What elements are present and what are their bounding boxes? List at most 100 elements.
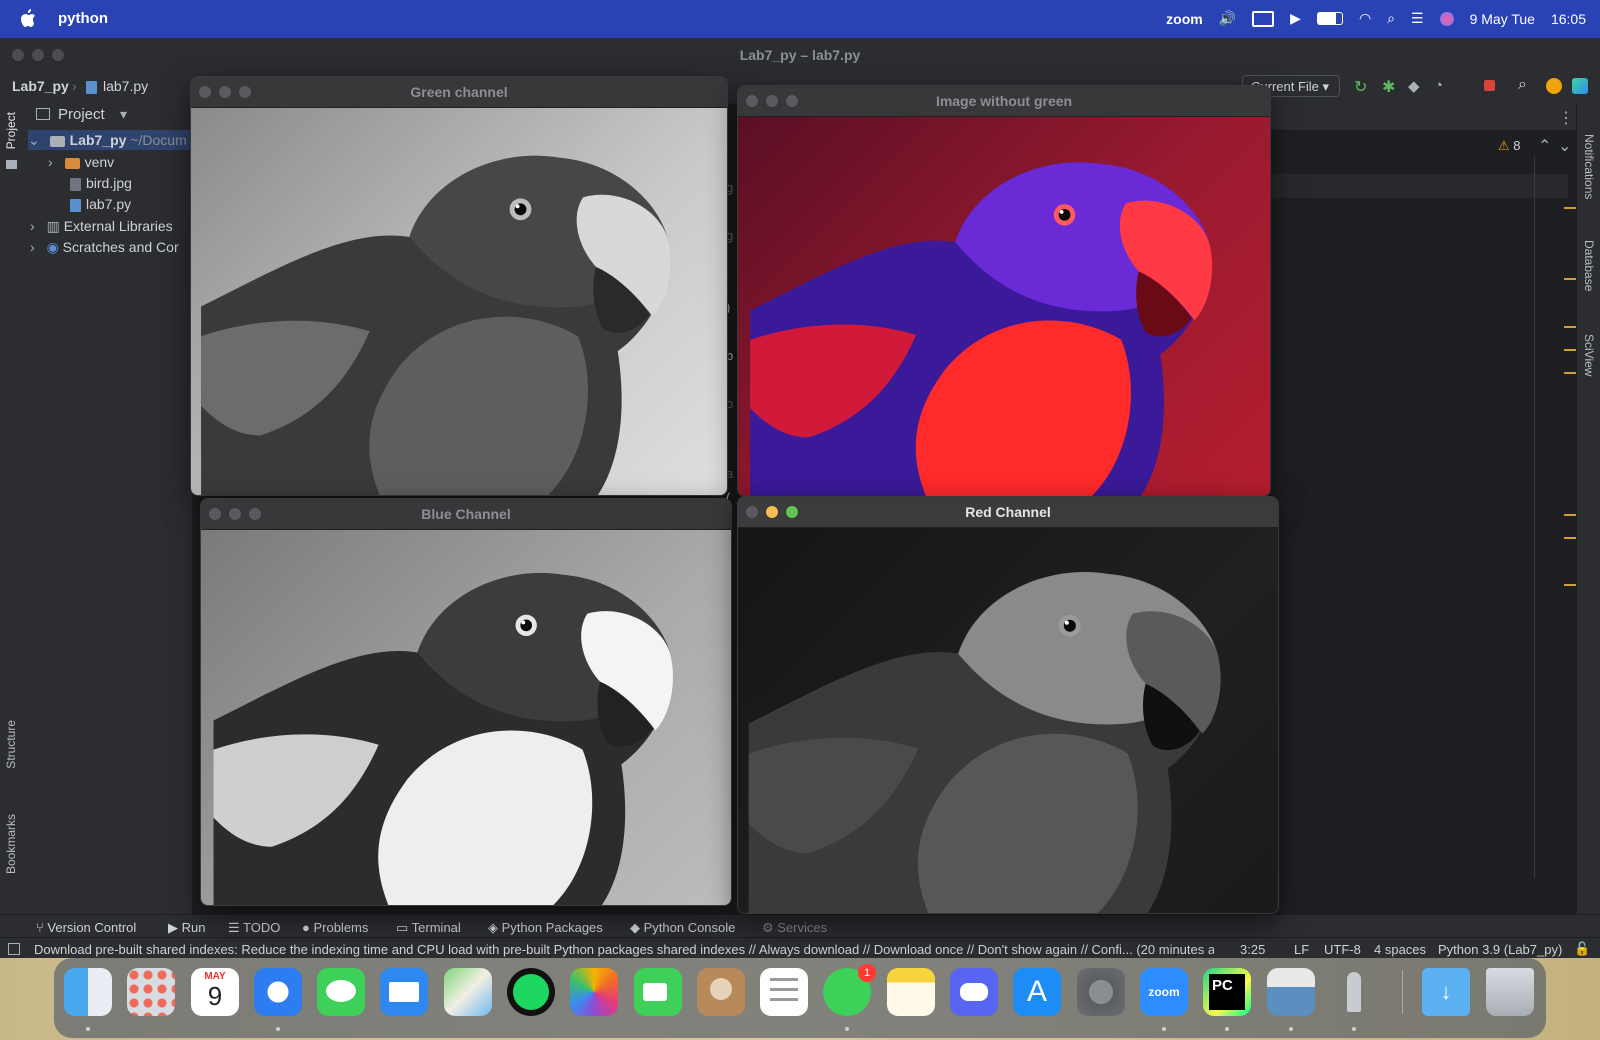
control-center-icon[interactable]: ☰ <box>1411 10 1424 27</box>
zoom-button[interactable] <box>786 506 798 518</box>
notes-icon[interactable] <box>887 968 935 1016</box>
run-tab[interactable]: ▶ Run <box>168 920 205 936</box>
image-window-blue-channel[interactable]: Blue Channel <box>200 498 732 906</box>
play-icon[interactable]: ▶ <box>1290 10 1301 27</box>
jetbrains-ai-icon[interactable] <box>1572 78 1588 94</box>
finder-icon[interactable] <box>64 968 112 1016</box>
minimize-button[interactable] <box>766 506 778 518</box>
sciview-tool-tab[interactable]: SciView <box>1582 334 1596 376</box>
close-button[interactable] <box>746 506 758 518</box>
version-control-tab[interactable]: ⑂ Version Control <box>36 920 136 935</box>
zoom-menu-item[interactable]: zoom <box>1166 11 1203 27</box>
coverage-icon[interactable]: ◆ <box>1408 77 1420 95</box>
tree-item-venv[interactable]: › venv <box>48 152 114 172</box>
zoom-button[interactable] <box>239 86 251 98</box>
tree-item-lab7-py[interactable]: lab7.py <box>70 194 131 214</box>
breadcrumb-file[interactable]: lab7.py <box>103 78 148 94</box>
launchpad-icon[interactable] <box>127 968 175 1016</box>
wifi-icon[interactable]: ◠ <box>1359 10 1371 27</box>
breadcrumb-project[interactable]: Lab7_py <box>12 78 69 94</box>
file-encoding[interactable]: UTF-8 <box>1324 942 1361 957</box>
siri-icon[interactable] <box>1439 11 1454 26</box>
indent-setting[interactable]: 4 spaces <box>1374 942 1426 957</box>
minimize-button[interactable] <box>32 49 44 61</box>
chevron-up-icon[interactable]: ⌃ <box>1538 136 1551 156</box>
status-message[interactable]: Download pre-built shared indexes: Reduc… <box>34 942 1214 957</box>
facetime-icon[interactable] <box>634 968 682 1016</box>
search-icon[interactable]: ⌕ <box>1387 10 1395 27</box>
window-titlebar[interactable]: Red Channel <box>738 497 1278 528</box>
database-tool-tab[interactable]: Database <box>1582 240 1596 291</box>
preview-icon[interactable] <box>1267 968 1315 1016</box>
zoom-button[interactable] <box>786 95 798 107</box>
apple-icon[interactable] <box>20 9 36 28</box>
terminal-tab[interactable]: ▭ Terminal <box>396 920 461 936</box>
chevron-down-icon[interactable]: ⌄ <box>1558 136 1571 156</box>
reminders-icon[interactable] <box>760 968 808 1016</box>
tree-item-scratches[interactable]: › ◉ Scratches and Cor <box>30 237 179 257</box>
trash-icon[interactable] <box>1486 968 1534 1016</box>
image-window-without-green[interactable]: Image without green <box>737 85 1271 497</box>
contacts-icon[interactable] <box>697 968 745 1016</box>
python-packages-tab[interactable]: ◈ Python Packages <box>488 920 603 936</box>
mail-icon[interactable] <box>380 968 428 1016</box>
todo-tab[interactable]: ☰ TODO <box>228 920 280 936</box>
volume-icon[interactable]: 🔊 <box>1219 10 1236 27</box>
bookmarks-tool-tab[interactable]: Bookmarks <box>4 814 18 874</box>
pycharm-icon[interactable]: PC <box>1203 968 1251 1016</box>
spotify-icon[interactable] <box>507 968 555 1016</box>
settings-icon[interactable] <box>1077 968 1125 1016</box>
chevron-down-icon[interactable]: ▾ <box>120 106 127 123</box>
keyboard-icon[interactable] <box>1252 10 1275 27</box>
problems-tab[interactable]: ● Problems <box>302 920 368 935</box>
menubar-date[interactable]: 9 May Tue <box>1470 11 1535 27</box>
close-button[interactable] <box>746 95 758 107</box>
rerun-icon[interactable]: ↻ <box>1354 77 1367 97</box>
services-tab[interactable]: ⚙ Services <box>762 920 827 936</box>
python-interpreter[interactable]: Python 3.9 (Lab7_py) <box>1438 942 1562 957</box>
image-window-red-channel[interactable]: Red Channel <box>737 496 1279 914</box>
tree-item-bird-jpg[interactable]: bird.jpg <box>70 173 132 193</box>
notifications-tool-tab[interactable]: Notifications <box>1582 134 1596 199</box>
zoom-button[interactable] <box>249 508 261 520</box>
minimize-button[interactable] <box>219 86 231 98</box>
lock-icon[interactable]: 🔓 <box>1574 941 1590 957</box>
warnings-indicator[interactable]: ⚠ 8 <box>1498 138 1521 154</box>
update-icon[interactable] <box>1546 78 1562 94</box>
maps-icon[interactable] <box>444 968 492 1016</box>
window-titlebar[interactable]: Blue Channel <box>201 499 731 530</box>
zoom-icon[interactable]: zoom <box>1140 968 1188 1016</box>
downloads-icon[interactable]: ↓ <box>1422 968 1470 1016</box>
app-menu-name[interactable]: python <box>58 10 108 27</box>
stop-icon[interactable] <box>1484 80 1495 91</box>
rocket-icon[interactable] <box>1330 968 1378 1016</box>
discord-icon[interactable] <box>950 968 998 1016</box>
minimize-button[interactable] <box>766 95 778 107</box>
more-icon[interactable]: ⋮ <box>1558 108 1574 128</box>
tree-item-external-libraries[interactable]: › ▥ External Libraries <box>30 216 173 236</box>
close-button[interactable] <box>209 508 221 520</box>
messages-icon[interactable] <box>317 968 365 1016</box>
python-console-tab[interactable]: ◆ Python Console <box>630 920 735 936</box>
close-button[interactable] <box>12 49 24 61</box>
safari-icon[interactable] <box>254 968 302 1016</box>
search-everywhere-icon[interactable]: ⌕ <box>1518 76 1527 94</box>
project-panel-title[interactable]: Project <box>58 106 105 123</box>
toggle-panels-icon[interactable] <box>8 943 20 955</box>
project-tool-tab[interactable]: Project <box>4 112 18 149</box>
window-titlebar[interactable]: Green channel <box>191 77 727 108</box>
zoom-button[interactable] <box>52 49 64 61</box>
line-ending[interactable]: LF <box>1294 942 1309 957</box>
menubar-time[interactable]: 16:05 <box>1551 11 1586 27</box>
caret-position[interactable]: 3:25 <box>1240 942 1265 957</box>
profile-icon[interactable]: ◔ <box>1434 77 1443 94</box>
image-window-green-channel[interactable]: Green channel <box>190 76 728 496</box>
calendar-icon[interactable]: MAY 9 <box>191 968 239 1016</box>
appstore-icon[interactable]: A <box>1013 968 1061 1016</box>
debug-icon[interactable]: ✱ <box>1382 77 1395 97</box>
structure-tool-tab[interactable]: Structure <box>4 720 18 769</box>
battery-icon[interactable] <box>1316 12 1343 25</box>
tree-item-lab7_py[interactable]: ⌄ Lab7_py ~/Docum <box>28 130 192 150</box>
close-button[interactable] <box>199 86 211 98</box>
photos-icon[interactable] <box>570 968 618 1016</box>
